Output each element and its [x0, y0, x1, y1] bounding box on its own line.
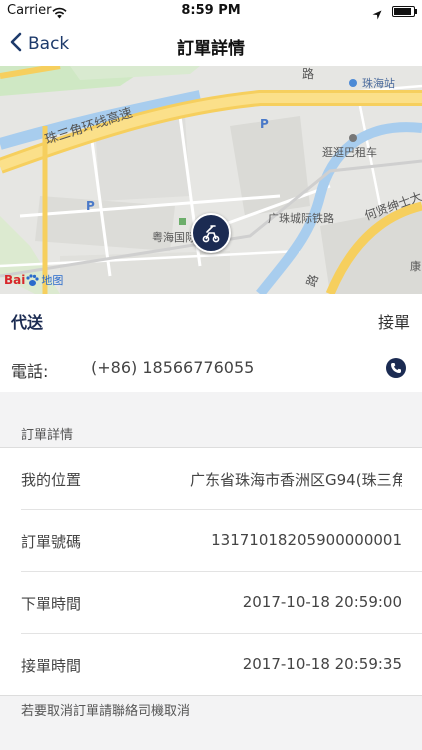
baidu-map-text: 地图: [41, 274, 64, 287]
section-title: 訂單詳情: [21, 428, 74, 443]
detail-label: 下單時間: [21, 595, 82, 613]
detail-row-location: 我的位置 广东省珠海市香洲区G94(珠三角: [21, 448, 422, 510]
map-label-station: 珠海站: [362, 77, 395, 90]
status-bar: Carrier 8:59 PM: [0, 0, 422, 22]
baidu-logo-text: Bai: [4, 273, 26, 287]
detail-label: 訂單號碼: [21, 533, 82, 551]
detail-value: 2017-10-18 20:59:35: [242, 655, 402, 673]
status-time: 8:59 PM: [181, 3, 241, 18]
baidu-map-logo: Bai 地图: [4, 272, 63, 288]
phone-row: 電話: (+86) 18566776055: [0, 344, 422, 392]
detail-value: 13171018205900000001: [211, 531, 402, 549]
order-type-row: 代送 接單: [0, 294, 422, 344]
map-view[interactable]: 珠三角环线高速 珠海站 逛逛巴租车 广珠城际铁路 粤海国际花园 何贤绅士大 路 …: [0, 66, 422, 294]
order-status: 接單: [377, 313, 410, 332]
map-label-road-partial-1: 路: [302, 67, 315, 81]
map-label-rental: 逛逛巴租车: [322, 146, 377, 159]
parking-icon-2: P: [86, 199, 95, 213]
map-label-area-partial: 康: [410, 260, 421, 273]
detail-row-accept-time: 接單時間 2017-10-18 20:59:35: [21, 634, 422, 695]
page-title: 訂單詳情: [177, 39, 245, 59]
battery-icon: [392, 6, 417, 17]
cancel-note: 若要取消訂單請聯絡司機取消: [21, 704, 191, 719]
phone-label: 電話:: [11, 362, 49, 381]
parking-icon: P: [260, 117, 269, 131]
battery-level: [394, 8, 412, 15]
phone-value: (+86) 18566776055: [91, 358, 255, 377]
order-details-list: 我的位置 广东省珠海市香洲区G94(珠三角 訂單號碼 1317101820590…: [0, 447, 422, 696]
detail-row-order-time: 下單時間 2017-10-18 20:59:00: [21, 572, 422, 634]
detail-value: 2017-10-18 20:59:00: [242, 593, 402, 611]
detail-row-order-number: 訂單號碼 13171018205900000001: [21, 510, 422, 572]
map-label-railway: 广珠城际铁路: [268, 212, 334, 225]
scooter-icon[interactable]: [191, 213, 231, 253]
detail-value: 广东省珠海市香洲区G94(珠三角: [190, 471, 402, 489]
service-type: 代送: [11, 313, 44, 332]
detail-label: 接單時間: [21, 657, 82, 675]
map-canvas: [0, 66, 422, 294]
navigation-bar: Back 訂單詳情: [0, 22, 422, 66]
phone-icon[interactable]: [386, 358, 406, 378]
detail-label: 我的位置: [21, 471, 82, 489]
baidu-paw-icon: [26, 273, 39, 286]
